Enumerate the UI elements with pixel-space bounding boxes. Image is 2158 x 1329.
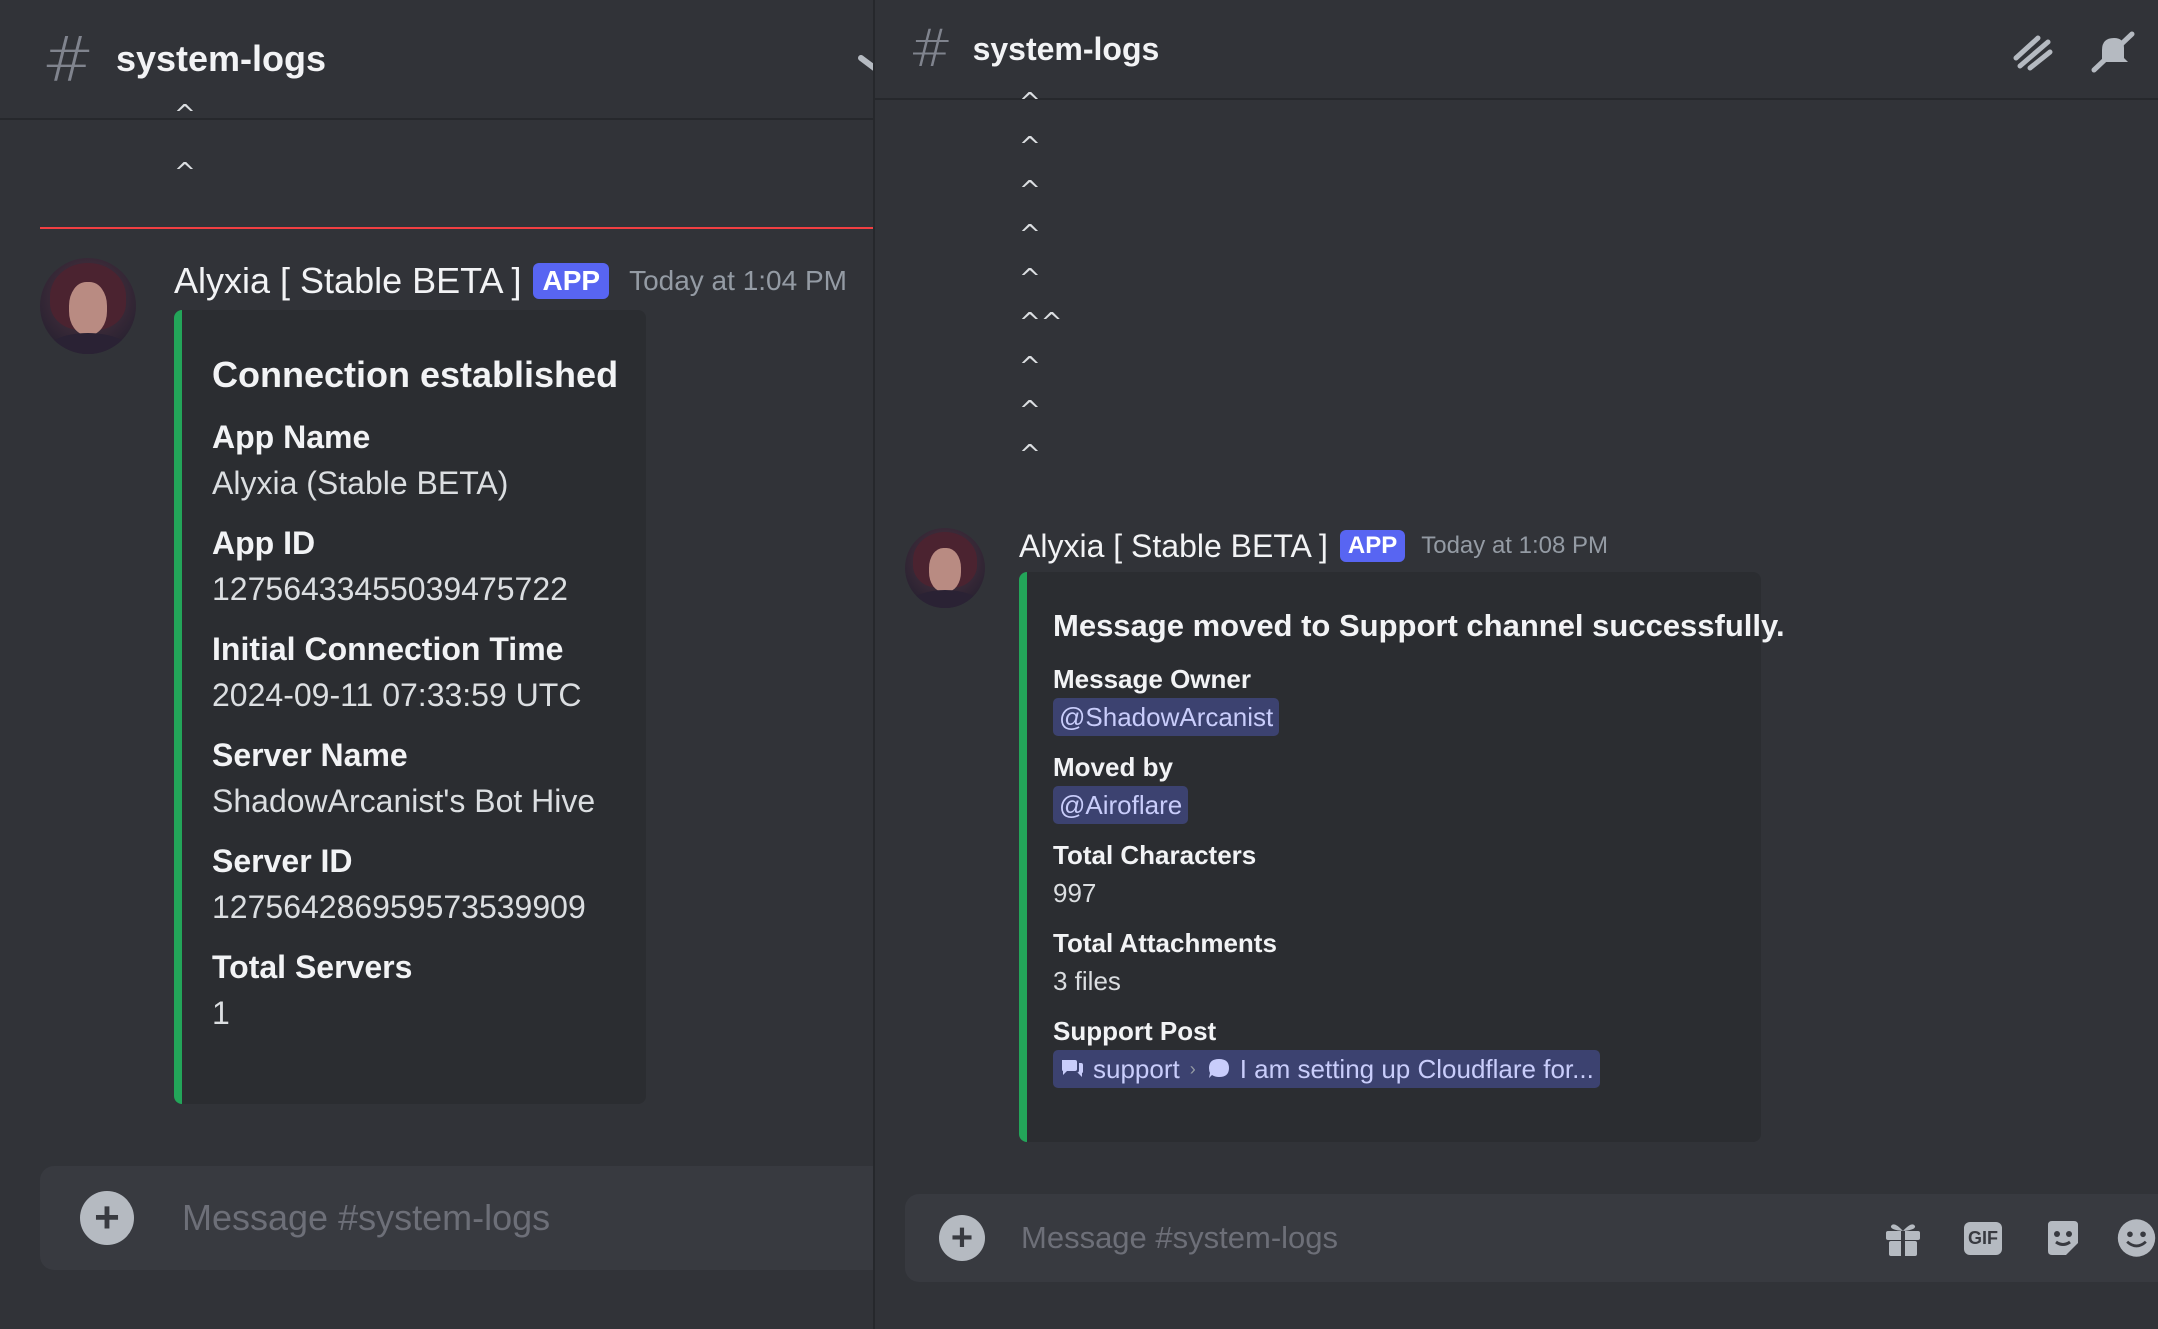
message-timestamp: Today at 1:04 PM — [629, 265, 847, 296]
channel-header: # system-logs — [0, 0, 873, 120]
embed-field: Message Owner @ShadowArcanist — [1053, 660, 1761, 736]
message-header: Alyxia [ Stable BETA ] APP Today at 1:04… — [174, 258, 847, 304]
hash-icon: # — [42, 22, 94, 96]
caret-text: ^ — [1019, 396, 1041, 426]
left-chat-panel: # system-logs ^ ^ Alyxia [ Stable BETA ]… — [0, 0, 873, 1329]
user-mention[interactable]: @Airoflare — [1053, 786, 1189, 824]
caret-text: ^ — [174, 158, 196, 188]
field-value: 1275642869595735399​09 — [212, 889, 586, 925]
threads-icon[interactable] — [2006, 26, 2058, 78]
field-name: Total Characters — [1053, 840, 1257, 870]
field-name: Initial Connection Time — [212, 631, 564, 667]
caret-text: ^^ — [1019, 308, 1063, 338]
message-timestamp: Today at 1:08 PM — [1421, 532, 1609, 559]
app-badge: APP — [533, 263, 610, 299]
channel-name: system-logs — [115, 38, 327, 79]
embed-field: Total Attachments 3 files — [1053, 924, 1761, 1000]
right-chat-panel: # system-logs ^ ^ ^ ^ ^ ^^ ^ ^ ^ Alyxia … — [875, 0, 2158, 1329]
gif-icon[interactable]: GIF — [1959, 1214, 2007, 1262]
field-name: Total Servers — [212, 949, 413, 985]
chevron-right-icon: › — [1189, 1059, 1196, 1079]
user-mention[interactable]: @ShadowArcanist — [1053, 698, 1280, 736]
plus-icon[interactable]: + — [80, 1191, 134, 1245]
field-name: Support Post — [1053, 1016, 1217, 1046]
embed-title: Connection established — [212, 354, 619, 395]
channel-name: system-logs — [972, 30, 1160, 67]
field-value: 1 — [212, 995, 230, 1031]
field-name: App ID — [212, 525, 316, 561]
caret-text: ^ — [1019, 88, 1041, 118]
field-value: 997 — [1053, 878, 1097, 908]
emoji-icon[interactable] — [2115, 1214, 2158, 1262]
gift-icon[interactable] — [1879, 1214, 1927, 1262]
field-value: 1275643345503947572​2 — [212, 571, 568, 607]
field-name: App Name — [212, 419, 371, 455]
caret-text: ^ — [1019, 176, 1041, 206]
post-thread-title: I am setting up Cloudflare for... — [1239, 1054, 1594, 1084]
hash-icon: # — [909, 19, 953, 79]
post-channel-name: support — [1093, 1054, 1180, 1084]
embed-field: Initial Connection Time 2024-09-11 07:33… — [212, 626, 646, 718]
plus-icon[interactable]: + — [939, 1215, 985, 1261]
app-badge: APP — [1339, 530, 1406, 562]
embed-field: App Name Alyxia (Stable BETA) — [212, 414, 646, 506]
field-name: Total Attachments — [1053, 928, 1277, 958]
embed-field: Server Name ShadowArcanist's Bot Hive — [212, 732, 646, 824]
author-name[interactable]: Alyxia [ Stable BETA ] — [174, 260, 521, 302]
thread-icon — [1206, 1056, 1232, 1082]
caret-text: ^ — [1019, 352, 1041, 382]
field-value: ShadowArcanist's Bot Hive — [212, 783, 596, 819]
field-name: Server ID — [212, 843, 353, 879]
embed-field: Total Servers 1 — [212, 944, 646, 1036]
support-post-link[interactable]: support › I am setting up Cloudflare for… — [1053, 1050, 1600, 1088]
embed-field: Total Characters 997 — [1053, 836, 1761, 912]
avatar[interactable] — [40, 258, 136, 354]
forum-icon — [1059, 1056, 1085, 1082]
avatar[interactable] — [905, 528, 985, 608]
caret-text: ^ — [1019, 440, 1041, 470]
field-value: Alyxia (Stable BETA) — [212, 465, 509, 501]
embed-card: Message moved to Support channel success… — [1019, 572, 1785, 1142]
caret-text: ^ — [1019, 132, 1041, 162]
mute-icon[interactable] — [2086, 26, 2138, 78]
caret-text: ^ — [1019, 264, 1041, 294]
field-name: Server Name — [212, 737, 408, 773]
message-composer: + — [40, 1166, 873, 1270]
embed-field: App ID 1275643345503947572​2 — [212, 520, 646, 612]
embed-field: Moved by @Airoflare — [1053, 748, 1761, 824]
embed-title: Message moved to Support channel success… — [1053, 608, 1785, 643]
field-name: Message Owner — [1053, 664, 1251, 694]
new-messages-divider — [40, 227, 873, 229]
threads-icon[interactable] — [857, 52, 873, 78]
field-value: 2024-09-11 07:33:59 UTC — [212, 677, 582, 713]
caret-text: ^ — [1019, 220, 1041, 250]
channel-header: # system-logs — [875, 0, 2158, 100]
author-name[interactable]: Alyxia [ Stable BETA ] — [1019, 528, 1328, 565]
field-name: Moved by — [1053, 752, 1173, 782]
embed-field: Support Post support › I am setting up C… — [1053, 1012, 1761, 1088]
embed-card: Connection established App Name Alyxia (… — [174, 310, 646, 1104]
sticker-icon[interactable] — [2039, 1214, 2087, 1262]
message-input[interactable] — [182, 1197, 782, 1239]
message-header: Alyxia [ Stable BETA ] APP Today at 1:08… — [1019, 526, 1608, 566]
message-input[interactable] — [1021, 1220, 1781, 1256]
embed-field: Server ID 1275642869595735399​09 — [212, 838, 646, 930]
field-value: 3 files — [1053, 966, 1121, 996]
